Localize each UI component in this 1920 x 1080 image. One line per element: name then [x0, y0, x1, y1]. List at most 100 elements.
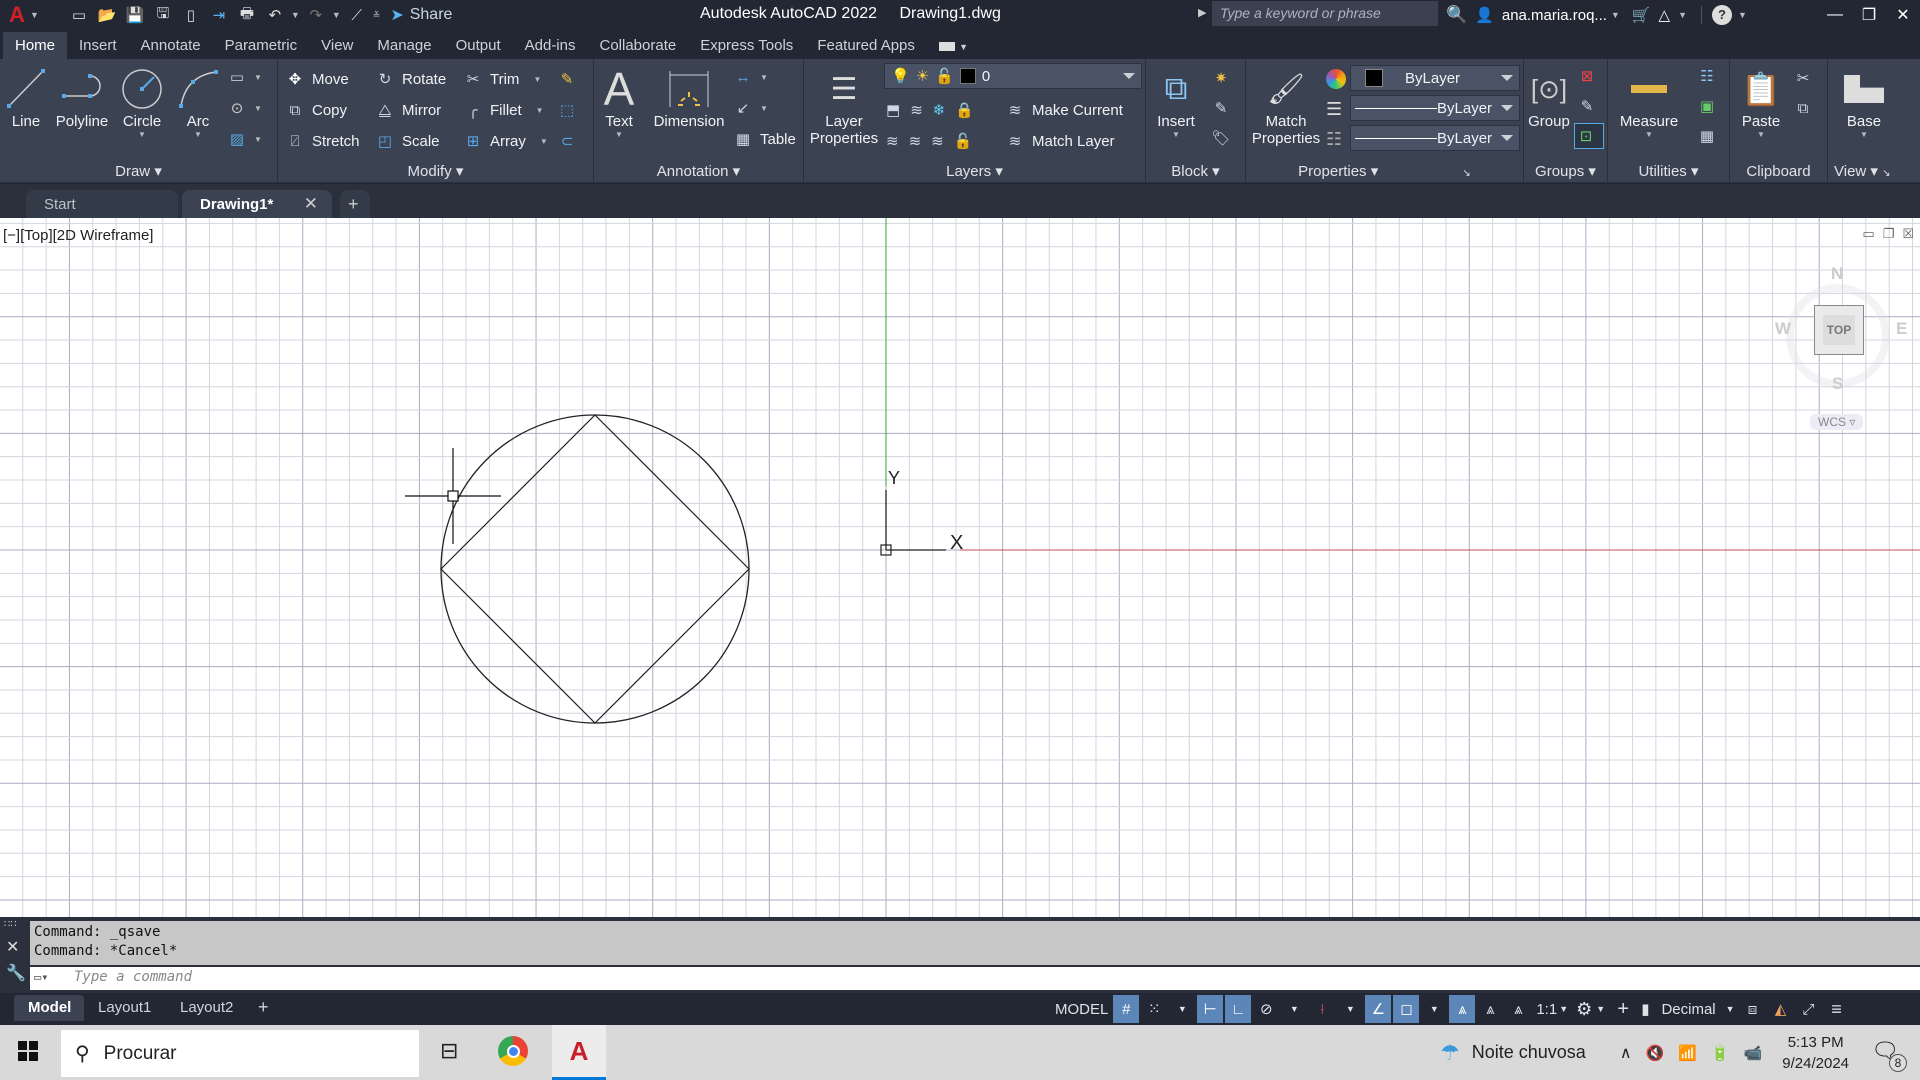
viewcube-south[interactable]: S	[1832, 374, 1843, 394]
edit-attributes-button[interactable]: 🏷	[1210, 125, 1238, 151]
doc-tab-start[interactable]: Start	[26, 190, 178, 218]
autocad-logo-icon[interactable]: A	[4, 2, 30, 28]
rotate-button[interactable]: ↻ Rotate	[374, 66, 447, 92]
circle-button[interactable]: Circle ▼	[116, 65, 168, 139]
group-selection-toggle[interactable]: ⊡	[1574, 123, 1604, 149]
layer-unisolate-icon[interactable]: ≋	[909, 132, 922, 150]
help-icon[interactable]: ?	[1712, 5, 1732, 25]
workspace-switch[interactable]: ⚙ ▼	[1573, 995, 1608, 1023]
layer-on-icon[interactable]: 💡	[891, 67, 910, 85]
save-as-icon[interactable]: 🖫	[151, 4, 175, 26]
app-caret-icon[interactable]: ▼	[1678, 10, 1687, 20]
line-button[interactable]: Line	[4, 65, 48, 130]
utilities-panel-title[interactable]: Utilities ▾	[1608, 162, 1729, 180]
linetype-dropdown[interactable]: ByLayer	[1350, 125, 1520, 151]
tab-addins[interactable]: Add-ins	[513, 32, 588, 59]
autodesk-app-icon[interactable]: △	[1659, 6, 1671, 24]
offset-button[interactable]: ⊂	[556, 128, 584, 154]
create-block-button[interactable]: ✷	[1210, 65, 1238, 91]
viewcube-top-face[interactable]: TOP	[1814, 305, 1864, 355]
layer-color-swatch[interactable]	[959, 68, 976, 84]
notifications-button[interactable]: 🗨 8	[1871, 1038, 1908, 1072]
tab-parametric[interactable]: Parametric	[213, 32, 310, 59]
stretch-button[interactable]: ⍁ Stretch	[284, 128, 359, 154]
block-panel-title[interactable]: Block ▾	[1146, 162, 1245, 180]
tab-express-tools[interactable]: Express Tools	[688, 32, 805, 59]
layout-tab-layout1[interactable]: Layout1	[98, 995, 151, 1021]
quick-properties-toggle[interactable]: ⧈	[1740, 995, 1766, 1023]
layer-dropdown[interactable]: 💡 ☀ 🔓 0	[884, 63, 1142, 89]
volume-muted-icon[interactable]: 🔇	[1646, 1044, 1665, 1062]
drawing-canvas[interactable]: Y X [−][Top][2D Wireframe] ▭ ❐ ☒ N W E S…	[0, 218, 1920, 917]
groups-panel-title[interactable]: Groups ▾	[1524, 162, 1607, 180]
undo-caret-icon[interactable]: ▼	[291, 10, 300, 20]
tab-manage[interactable]: Manage	[365, 32, 443, 59]
chrome-icon[interactable]	[498, 1036, 528, 1066]
properties-panel-title[interactable]: Properties ▾ ↘	[1246, 162, 1523, 180]
select-all-button[interactable]: ▣	[1696, 93, 1724, 119]
annotation-scale-icon-button[interactable]: ⩓	[1505, 995, 1531, 1023]
windows-start-icon[interactable]	[18, 1041, 38, 1061]
tab-featured-apps[interactable]: Featured Apps	[805, 32, 927, 59]
snap-toggle[interactable]: ⁙	[1141, 995, 1167, 1023]
restore-icon[interactable]: ❐	[1852, 0, 1886, 30]
make-current-button[interactable]: ≋ Make Current	[1004, 97, 1123, 123]
battery-icon[interactable]: 🔋	[1711, 1044, 1730, 1062]
ellipse-button[interactable]: ⊙ ▼	[226, 95, 262, 121]
redo-caret-icon[interactable]: ▼	[332, 10, 341, 20]
add-layout-button[interactable]: +	[258, 993, 269, 1019]
autocad-taskbar-icon[interactable]: A	[552, 1025, 606, 1080]
modify-panel-title[interactable]: Modify ▾	[278, 162, 593, 180]
layer-isolate-icon[interactable]: ≋	[910, 101, 923, 119]
close-icon[interactable]: ✕	[1886, 0, 1920, 30]
mirror-button[interactable]: ⧋ Mirror	[374, 97, 441, 123]
snap-menu[interactable]: ▼	[1169, 995, 1195, 1023]
fillet-button[interactable]: ╭ Fillet ▼	[462, 97, 543, 123]
tab-home[interactable]: Home	[3, 32, 68, 59]
undo-icon[interactable]: ↶	[263, 4, 287, 26]
clock[interactable]: 5:13 PM 9/24/2024	[1782, 1032, 1849, 1074]
object-snap-tracking-toggle[interactable]: ∠	[1365, 995, 1392, 1023]
command-prompt-icon[interactable]: ▭▾	[34, 970, 48, 984]
scale-button[interactable]: ◰ Scale	[374, 128, 440, 154]
copy-clip-button[interactable]: ⧉	[1792, 95, 1820, 121]
polar-menu[interactable]: ▼	[1281, 995, 1307, 1023]
share-button[interactable]: ➤ Share	[390, 5, 452, 25]
tab-view[interactable]: View	[309, 32, 365, 59]
object-snap-toggle[interactable]: ◻	[1393, 995, 1420, 1023]
ungroup-button[interactable]: ⊠	[1576, 63, 1604, 89]
cut-button[interactable]: ✂	[1792, 65, 1820, 91]
tab-collaborate[interactable]: Collaborate	[587, 32, 688, 59]
auto-scale-toggle[interactable]: ⩓	[1477, 995, 1503, 1023]
layer-lock-icon[interactable]: 🔒	[955, 101, 974, 119]
group-edit-button[interactable]: ✎	[1576, 93, 1604, 119]
save-web-mobile-icon[interactable]: ⇥	[207, 4, 231, 26]
layout-tab-model[interactable]: Model	[14, 995, 84, 1021]
viewport-restore-icon[interactable]: ❐	[1883, 226, 1895, 242]
lineweight-dropdown[interactable]: ByLayer	[1350, 95, 1520, 121]
customize-qat-icon[interactable]: ≚	[373, 10, 381, 21]
wifi-icon[interactable]: 📶	[1678, 1044, 1697, 1062]
open-web-mobile-icon[interactable]: ▯	[179, 4, 203, 26]
annotation-visibility-toggle[interactable]: ⩓	[1449, 995, 1476, 1023]
task-view-icon[interactable]: ⊟	[440, 1038, 458, 1064]
save-icon[interactable]: 💾	[123, 4, 147, 26]
redo-icon[interactable]: ↷	[304, 4, 328, 26]
viewport-minimize-icon[interactable]: ▭	[1862, 226, 1874, 242]
model-space-button[interactable]: MODEL	[1052, 995, 1111, 1023]
isodraft-menu[interactable]: ▼	[1337, 995, 1363, 1023]
wcs-menu[interactable]: WCS ▿	[1810, 414, 1864, 430]
layer-on-all-icon[interactable]: ≋	[886, 132, 899, 150]
array-button[interactable]: ⊞ Array ▼	[462, 128, 548, 154]
text-button[interactable]: A Text ▼	[602, 63, 636, 139]
polar-toggle[interactable]: ⊘	[1253, 995, 1279, 1023]
layers-panel-title[interactable]: Layers ▾	[804, 162, 1145, 180]
new-icon[interactable]: ▭	[67, 4, 91, 26]
hatch-button[interactable]: ▨ ▼	[226, 126, 262, 152]
table-button[interactable]: ▦ Table	[732, 126, 796, 152]
tray-expand-icon[interactable]: ∧	[1620, 1043, 1632, 1063]
doc-tab-drawing1[interactable]: Drawing1* ✕	[182, 190, 332, 218]
user-icon[interactable]: 👤	[1475, 6, 1494, 24]
tab-annotate[interactable]: Annotate	[129, 32, 213, 59]
command-customize-icon[interactable]: 🔧	[6, 963, 26, 983]
